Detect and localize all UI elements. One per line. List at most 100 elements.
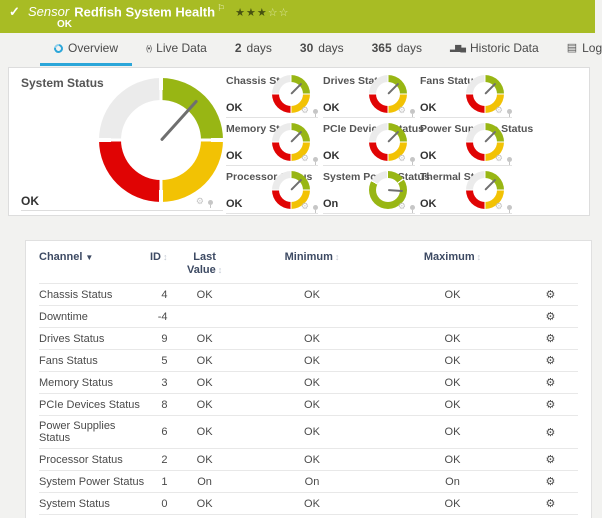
gear-icon[interactable]: ⚙ bbox=[495, 154, 503, 163]
column-header-maximum[interactable]: Maximum↕ bbox=[382, 246, 523, 284]
pin-icon[interactable] bbox=[507, 205, 512, 210]
priority-flag-icon[interactable]: ⚐ bbox=[217, 3, 225, 13]
cell-actions: ⚙ bbox=[523, 449, 578, 471]
table-row[interactable]: Chassis Status 4 OK OK OK ⚙ bbox=[39, 284, 578, 306]
channel-settings-gear-icon[interactable]: ⚙ bbox=[545, 355, 555, 367]
tab-label: days bbox=[397, 41, 422, 55]
log-icon: ▤ bbox=[567, 43, 577, 54]
gauge-needle bbox=[484, 131, 496, 143]
channel-settings-gear-icon[interactable]: ⚙ bbox=[545, 498, 555, 510]
cell-minimum: OK bbox=[242, 416, 383, 449]
channel-settings-gear-icon[interactable]: ⚙ bbox=[545, 333, 555, 345]
tab-365-days[interactable]: 365 days bbox=[358, 33, 436, 66]
column-header-id[interactable]: ID↕ bbox=[145, 246, 167, 284]
cell-last-value: OK bbox=[167, 449, 241, 471]
gear-icon[interactable]: ⚙ bbox=[495, 106, 503, 115]
tab-30-days[interactable]: 30 days bbox=[286, 33, 358, 66]
cell-channel[interactable]: System Power Status bbox=[39, 471, 145, 493]
cell-channel[interactable]: Downtime bbox=[39, 306, 145, 328]
table-row[interactable]: Fans Status 5 OK OK OK ⚙ bbox=[39, 350, 578, 372]
tab-historic-data[interactable]: ▂▆▄ Historic Data bbox=[436, 33, 553, 66]
gauge-hover-icons: ⚙ bbox=[196, 197, 213, 206]
cell-actions: ⚙ bbox=[523, 328, 578, 350]
cell-channel[interactable]: Chassis Status bbox=[39, 284, 145, 306]
sensor-title[interactable]: Redfish System Health bbox=[74, 4, 215, 19]
cell-channel[interactable]: Fans Status bbox=[39, 350, 145, 372]
tab-log[interactable]: ▤ Log bbox=[553, 33, 602, 66]
gear-icon[interactable]: ⚙ bbox=[301, 106, 309, 115]
gauge-needle bbox=[290, 179, 302, 191]
table-row[interactable]: Downtime -4 ⚙ bbox=[39, 306, 578, 328]
mini-gauge-value: On bbox=[323, 198, 338, 210]
pin-icon[interactable] bbox=[208, 200, 213, 205]
channel-settings-gear-icon[interactable]: ⚙ bbox=[545, 289, 555, 301]
mini-gauge-grid: Chassis Status OK ⚙ Drives Status OK ⚙ F… bbox=[226, 70, 517, 214]
sort-icon: ↕ bbox=[218, 265, 223, 275]
pin-icon[interactable] bbox=[507, 157, 512, 162]
column-header-minimum[interactable]: Minimum↕ bbox=[242, 246, 383, 284]
column-label: Minimum bbox=[285, 251, 333, 263]
system-status-gauge bbox=[99, 78, 223, 202]
tab-overview[interactable]: Overview bbox=[40, 33, 132, 66]
pin-icon[interactable] bbox=[410, 109, 415, 114]
cell-actions: ⚙ bbox=[523, 394, 578, 416]
channel-settings-gear-icon[interactable]: ⚙ bbox=[545, 476, 555, 488]
gear-icon[interactable]: ⚙ bbox=[196, 197, 204, 206]
priority-stars[interactable]: ★★★☆☆ bbox=[235, 7, 289, 19]
channel-settings-gear-icon[interactable]: ⚙ bbox=[545, 399, 555, 411]
cell-channel[interactable]: Drives Status bbox=[39, 328, 145, 350]
channel-settings-gear-icon[interactable]: ⚙ bbox=[545, 377, 555, 389]
cell-channel[interactable]: System Status bbox=[39, 493, 145, 515]
table-row[interactable]: Memory Status 3 OK OK OK ⚙ bbox=[39, 372, 578, 394]
cell-maximum: OK bbox=[382, 372, 523, 394]
table-row[interactable]: Power Supplies Status 6 OK OK OK ⚙ bbox=[39, 416, 578, 449]
gauge-hover-icons: ⚙ bbox=[398, 202, 415, 211]
tab-2-days[interactable]: 2 days bbox=[221, 33, 286, 66]
cell-minimum: OK bbox=[242, 493, 383, 515]
pin-icon[interactable] bbox=[410, 157, 415, 162]
pin-icon[interactable] bbox=[313, 109, 318, 114]
cell-last-value: OK bbox=[167, 416, 241, 449]
gear-icon[interactable]: ⚙ bbox=[301, 154, 309, 163]
cell-channel[interactable]: PCIe Devices Status bbox=[39, 394, 145, 416]
table-row[interactable]: Processor Status 2 OK OK OK ⚙ bbox=[39, 449, 578, 471]
bar-chart-icon: ▂▆▄ bbox=[450, 44, 465, 52]
column-header-last-value[interactable]: Last Value↕ bbox=[167, 246, 241, 284]
main-gauge-value: OK bbox=[21, 194, 39, 208]
gear-icon[interactable]: ⚙ bbox=[398, 106, 406, 115]
tab-number: 2 bbox=[235, 41, 242, 55]
column-label: Channel bbox=[39, 251, 82, 263]
cell-actions: ⚙ bbox=[523, 306, 578, 328]
gauge-hover-icons: ⚙ bbox=[495, 202, 512, 211]
table-row[interactable]: Drives Status 9 OK OK OK ⚙ bbox=[39, 328, 578, 350]
channel-settings-gear-icon[interactable]: ⚙ bbox=[545, 427, 555, 439]
cell-channel[interactable]: Power Supplies Status bbox=[39, 416, 145, 449]
mini-gauge-value: OK bbox=[323, 150, 340, 162]
gear-icon[interactable]: ⚙ bbox=[398, 154, 406, 163]
sort-icon: ↕ bbox=[335, 252, 340, 262]
mini-gauge-cell: Drives Status OK ⚙ bbox=[323, 70, 415, 118]
mini-gauge-cell: Thermal Status OK ⚙ bbox=[420, 166, 512, 214]
gear-icon[interactable]: ⚙ bbox=[495, 202, 503, 211]
cell-last-value: On bbox=[167, 471, 241, 493]
cell-maximum: OK bbox=[382, 328, 523, 350]
table-row[interactable]: System Power Status 1 On On On ⚙ bbox=[39, 471, 578, 493]
mini-gauge-value: OK bbox=[226, 150, 243, 162]
stars-filled[interactable]: ★★★ bbox=[235, 7, 268, 19]
gear-icon[interactable]: ⚙ bbox=[301, 202, 309, 211]
cell-channel[interactable]: Processor Status bbox=[39, 449, 145, 471]
table-row[interactable]: System Status 0 OK OK OK ⚙ bbox=[39, 493, 578, 515]
tab-live-data[interactable]: (•) Live Data bbox=[132, 33, 221, 66]
channel-settings-gear-icon[interactable]: ⚙ bbox=[545, 454, 555, 466]
channel-settings-gear-icon[interactable]: ⚙ bbox=[545, 311, 555, 323]
pin-icon[interactable] bbox=[507, 109, 512, 114]
cell-channel[interactable]: Memory Status bbox=[39, 372, 145, 394]
pin-icon[interactable] bbox=[313, 205, 318, 210]
pin-icon[interactable] bbox=[410, 205, 415, 210]
column-header-channel[interactable]: Channel▼ bbox=[39, 246, 145, 284]
stars-empty[interactable]: ☆☆ bbox=[268, 7, 290, 19]
table-row[interactable]: PCIe Devices Status 8 OK OK OK ⚙ bbox=[39, 394, 578, 416]
gear-icon[interactable]: ⚙ bbox=[398, 202, 406, 211]
tab-label: Overview bbox=[68, 41, 118, 55]
pin-icon[interactable] bbox=[313, 157, 318, 162]
